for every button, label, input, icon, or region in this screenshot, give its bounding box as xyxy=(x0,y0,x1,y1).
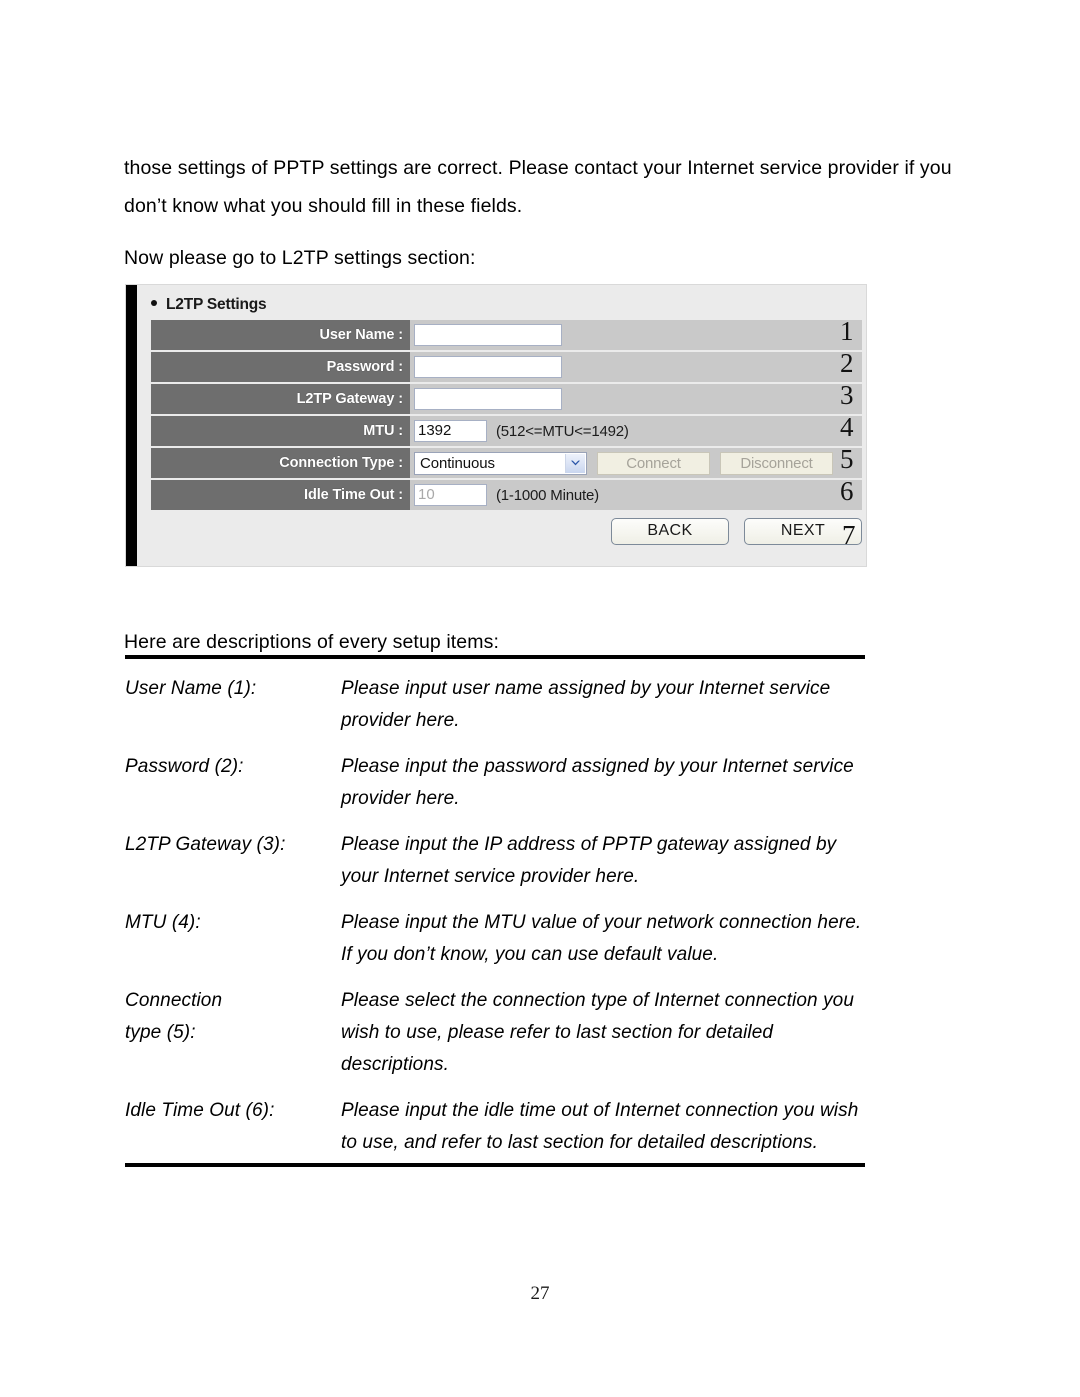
description-row-user-name: User Name (1): Please input user name as… xyxy=(125,659,865,737)
description-text-idle-time-out: Please input the idle time out of Intern… xyxy=(341,1100,859,1153)
row-l2tp-gateway: L2TP Gateway : xyxy=(151,384,862,414)
description-term-password: Password (2): xyxy=(125,756,244,777)
annotation-number-5: 5 xyxy=(840,444,854,474)
field-idle-time-out: 10 (1-1000 Minute) xyxy=(410,480,862,510)
field-mtu: 1392 (512<=MTU<=1492) xyxy=(410,416,862,446)
description-term-user-name: User Name (1): xyxy=(125,678,257,699)
row-idle-time-out: Idle Time Out : 10 (1-1000 Minute) xyxy=(151,480,862,510)
idle-time-out-input[interactable]: 10 xyxy=(414,484,487,506)
goto-l2tp-paragraph: Now please go to L2TP settings section: xyxy=(124,246,476,269)
row-mtu: MTU : 1392 (512<=MTU<=1492) xyxy=(151,416,862,446)
settings-rows: User Name : Password : L2TP Gateway : MT… xyxy=(151,320,862,512)
panel-inner: L2TP Settings User Name : Password : L2T… xyxy=(137,285,866,566)
panel-title-label: L2TP Settings xyxy=(166,296,267,313)
label-user-name: User Name : xyxy=(151,320,410,350)
field-user-name xyxy=(410,320,862,350)
description-text-user-name: Please input user name assigned by your … xyxy=(341,678,831,731)
disconnect-button[interactable]: Disconnect xyxy=(720,451,833,475)
label-l2tp-gateway: L2TP Gateway : xyxy=(151,384,410,414)
chevron-down-icon[interactable] xyxy=(565,453,585,473)
mtu-input[interactable]: 1392 xyxy=(414,420,487,442)
description-term-connection-type: Connection type (5): xyxy=(125,990,223,1043)
description-row-connection-type: Connection type (5): Please select the c… xyxy=(125,971,865,1081)
description-text-connection-type: Please select the connection type of Int… xyxy=(341,990,854,1075)
description-text-password: Please input the password assigned by yo… xyxy=(341,756,854,809)
connection-type-value: Continuous xyxy=(420,454,495,472)
description-text-mtu: Please input the MTU value of your netwo… xyxy=(341,912,862,965)
l2tp-settings-panel: L2TP Settings User Name : Password : L2T… xyxy=(126,285,866,566)
row-user-name: User Name : xyxy=(151,320,862,350)
panel-footer: BACK NEXT xyxy=(137,510,866,552)
annotation-number-2: 2 xyxy=(840,348,854,378)
field-connection-type: Continuous Connect Disconnect xyxy=(410,448,862,478)
field-password xyxy=(410,352,862,382)
description-row-l2tp-gateway: L2TP Gateway (3): Please input the IP ad… xyxy=(125,815,865,893)
idle-time-out-range-hint: (1-1000 Minute) xyxy=(496,486,599,504)
annotation-number-6: 6 xyxy=(840,476,854,506)
description-row-password: Password (2): Please input the password … xyxy=(125,737,865,815)
connect-button[interactable]: Connect xyxy=(597,451,710,475)
label-mtu: MTU : xyxy=(151,416,410,446)
description-term-l2tp-gateway: L2TP Gateway (3): xyxy=(125,834,286,855)
description-term-idle-time-out: Idle Time Out (6): xyxy=(125,1100,275,1121)
annotation-number-1: 1 xyxy=(840,316,854,346)
description-text-l2tp-gateway: Please input the IP address of PPTP gate… xyxy=(341,834,837,887)
field-l2tp-gateway xyxy=(410,384,862,414)
password-input[interactable] xyxy=(414,356,562,378)
page-number: 27 xyxy=(530,1283,550,1304)
annotation-number-3: 3 xyxy=(840,380,854,410)
label-connection-type: Connection Type : xyxy=(151,448,410,478)
panel-title: L2TP Settings xyxy=(151,296,267,314)
annotation-number-4: 4 xyxy=(840,412,854,442)
description-term-mtu: MTU (4): xyxy=(125,912,201,933)
bullet-icon xyxy=(151,299,157,306)
annotation-number-7: 7 xyxy=(842,520,856,550)
description-row-mtu: MTU (4): Please input the MTU value of y… xyxy=(125,893,865,971)
label-password: Password : xyxy=(151,352,410,382)
row-password: Password : xyxy=(151,352,862,382)
intro-paragraph: those settings of PPTP settings are corr… xyxy=(124,156,952,217)
back-button[interactable]: BACK xyxy=(611,517,729,545)
description-row-idle-time-out: Idle Time Out (6): Please input the idle… xyxy=(125,1081,865,1159)
descriptions-table: User Name (1): Please input user name as… xyxy=(125,655,865,1167)
row-connection-type: Connection Type : Continuous Connect Dis… xyxy=(151,448,862,478)
user-name-input[interactable] xyxy=(414,324,562,346)
l2tp-gateway-input[interactable] xyxy=(414,388,562,410)
mtu-range-hint: (512<=MTU<=1492) xyxy=(496,422,629,440)
connection-type-select[interactable]: Continuous xyxy=(414,451,587,475)
panel-left-bar xyxy=(126,285,137,566)
table-bottom-rule xyxy=(125,1163,865,1167)
label-idle-time-out: Idle Time Out : xyxy=(151,480,410,510)
